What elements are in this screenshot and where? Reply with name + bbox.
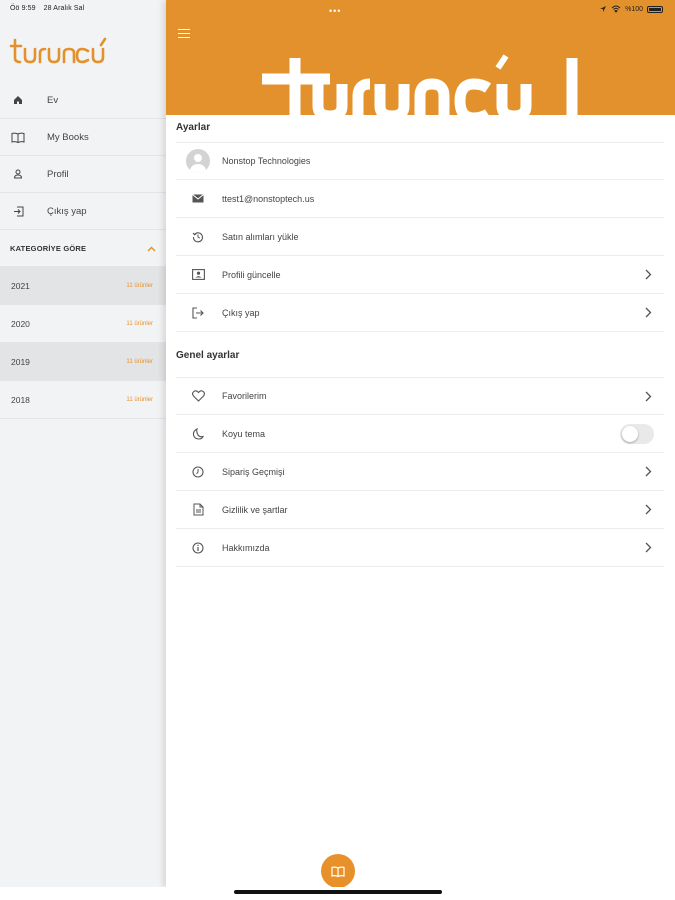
avatar-wrapper	[186, 149, 210, 173]
logout-icon	[11, 204, 25, 218]
status-bar-right: %100	[599, 5, 663, 13]
sidebar-item-label: My Books	[47, 131, 89, 143]
chevron-right-icon	[645, 307, 652, 318]
category-list: 2021 11 ürünler 2020 11 ürünler 2019 11 …	[0, 267, 166, 419]
home-indicator[interactable]	[234, 890, 442, 894]
battery-percent: %100	[625, 5, 643, 13]
sidebar-item-label: Ev	[47, 94, 59, 106]
status-bar-left: Öö 9:59 28 Aralık Sal	[10, 5, 90, 12]
chevron-right-icon	[645, 542, 652, 553]
chevron-right-icon	[645, 391, 652, 402]
chevron-right-icon	[645, 466, 652, 477]
sidebar-item-label: Profil	[47, 168, 69, 180]
sidebar-item-home[interactable]: Ev	[0, 82, 166, 119]
dark-theme-row: Koyu tema	[176, 415, 664, 453]
avatar	[186, 149, 210, 173]
general-settings-list: Favorilerim Koyu tema Sipariş Geçmişi Gi…	[176, 377, 664, 567]
category-row[interactable]: 2019 11 ürünler	[0, 343, 166, 381]
category-year: 2018	[11, 394, 30, 405]
row-label: Hakkımızda	[222, 542, 270, 553]
chevron-right-icon	[645, 504, 652, 515]
profile-card-icon	[186, 263, 210, 287]
category-count: 11 ürünler	[126, 282, 153, 289]
status-time: Öö 9:59	[10, 5, 36, 12]
account-name-row[interactable]: Nonstop Technologies	[176, 142, 664, 180]
banner-logo	[262, 54, 578, 115]
open-book-icon	[331, 866, 345, 877]
home-icon	[11, 93, 25, 107]
book-icon	[11, 130, 25, 144]
history-icon	[186, 225, 210, 249]
sidebar-item-profile[interactable]: Profil	[0, 156, 166, 193]
info-icon	[186, 536, 210, 560]
app-root: Öö 9:59 28 Aralık Sal Ev My Books Profil…	[0, 0, 675, 900]
header-banner: ••• %100	[166, 0, 675, 115]
chevron-right-icon	[645, 269, 652, 280]
order-history-row[interactable]: Sipariş Geçmişi	[176, 453, 664, 491]
battery-icon	[647, 5, 663, 13]
category-count: 11 ürünler	[126, 396, 153, 403]
location-icon	[600, 6, 607, 12]
update-profile-row[interactable]: Profili güncelle	[176, 256, 664, 294]
books-fab-button[interactable]	[321, 854, 355, 888]
multitask-dots[interactable]: •••	[329, 6, 341, 16]
menu-button[interactable]	[178, 29, 190, 39]
moon-icon	[186, 422, 210, 446]
category-row[interactable]: 2018 11 ürünler	[0, 381, 166, 419]
wifi-icon	[611, 5, 621, 13]
brand-logo	[9, 37, 107, 64]
sidebar-item-label: Çıkış yap	[47, 205, 87, 217]
row-label: Satın alımları yükle	[222, 231, 299, 242]
sidebar-nav: Ev My Books Profil Çıkış yap	[0, 82, 166, 230]
chevron-up-icon	[147, 246, 156, 251]
restore-purchases-row[interactable]: Satın alımları yükle	[176, 218, 664, 256]
settings-section-title: Ayarlar	[176, 122, 211, 133]
category-count: 11 ürünler	[126, 358, 153, 365]
row-label: Profili güncelle	[222, 269, 281, 280]
account-settings-list: Nonstop Technologies ttest1@nonstoptech.…	[176, 142, 664, 332]
general-section-title: Genel ayarlar	[176, 350, 240, 361]
logout-icon	[186, 301, 210, 325]
settings-panel: ••• %100 Ayarlar Nonstop Technologies tt…	[166, 0, 675, 888]
category-header-label: KATEGORİYE GÖRE	[10, 244, 87, 253]
category-year: 2019	[11, 356, 30, 367]
person-icon	[11, 167, 25, 181]
mail-icon	[186, 187, 210, 211]
category-year: 2021	[11, 280, 30, 291]
category-header[interactable]: KATEGORİYE GÖRE	[0, 231, 166, 267]
clock-icon	[186, 460, 210, 484]
toggle-knob	[622, 426, 638, 442]
row-label: Koyu tema	[222, 428, 266, 439]
sidebar-item-my-books[interactable]: My Books	[0, 119, 166, 156]
category-year: 2020	[11, 318, 30, 329]
row-label: Gizlilik ve şartlar	[222, 504, 288, 515]
sidebar-item-logout[interactable]: Çıkış yap	[0, 193, 166, 230]
category-row[interactable]: 2021 11 ürünler	[0, 267, 166, 305]
sidebar: Öö 9:59 28 Aralık Sal Ev My Books Profil…	[0, 0, 166, 887]
account-email-row[interactable]: ttest1@nonstoptech.us	[176, 180, 664, 218]
row-label: ttest1@nonstoptech.us	[222, 193, 315, 204]
row-label: Çıkış yap	[222, 307, 260, 318]
dark-theme-toggle[interactable]	[620, 424, 654, 444]
status-date: 28 Aralık Sal	[43, 5, 85, 12]
document-icon	[186, 498, 210, 522]
category-row[interactable]: 2020 11 ürünler	[0, 305, 166, 343]
row-label: Favorilerim	[222, 391, 267, 401]
about-us-row[interactable]: Hakkımızda	[176, 529, 664, 567]
privacy-terms-row[interactable]: Gizlilik ve şartlar	[176, 491, 664, 529]
logout-row[interactable]: Çıkış yap	[176, 294, 664, 332]
favorites-row[interactable]: Favorilerim	[176, 377, 664, 415]
row-label: Sipariş Geçmişi	[222, 466, 285, 477]
row-label: Nonstop Technologies	[222, 156, 311, 166]
category-count: 11 ürünler	[126, 320, 153, 327]
heart-icon	[186, 384, 210, 408]
